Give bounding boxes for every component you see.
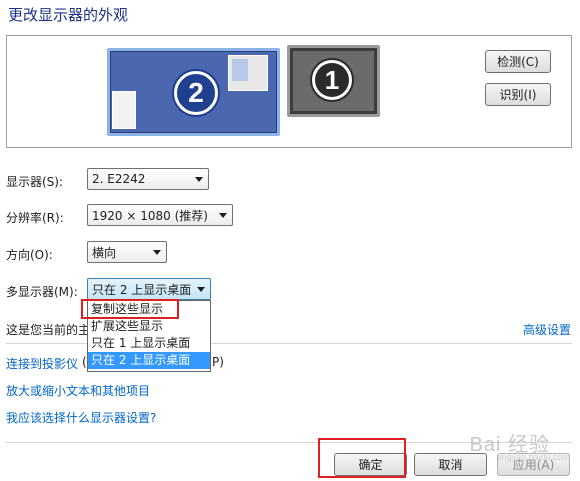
monitor-2-tile[interactable]: 2 [107, 48, 280, 136]
chevron-down-icon [197, 287, 205, 292]
text-size-link[interactable]: 放大或缩小文本和其他项目 [6, 382, 150, 399]
watermark-url: jingyan.baidu.com [497, 452, 570, 462]
identify-button[interactable]: 识别(I) [485, 83, 551, 106]
display-select-value: 2. E2242 [92, 172, 146, 186]
current-display-text: 这是您当前的主 [6, 323, 91, 337]
orientation-select[interactable]: 横向 [87, 241, 167, 263]
monitor-1-tile[interactable]: 1 [287, 45, 380, 117]
multi-display-label: 多显示器(M): [6, 285, 78, 299]
projector-shortcut-open: ( [82, 355, 87, 369]
page-title: 更改显示器的外观 [8, 6, 129, 24]
monitor-2-number-badge: 2 [174, 71, 218, 115]
window-thumbnail [228, 55, 268, 91]
monitor-1-number-badge: 1 [312, 60, 352, 100]
resolution-select[interactable]: 1920 × 1080 (推荐) [87, 204, 233, 226]
desktop-sidebar-thumbnail [112, 91, 136, 129]
resolution-select-value: 1920 × 1080 (推荐) [92, 208, 208, 223]
multi-display-select-value: 只在 2 上显示桌面 [92, 282, 192, 297]
option-extend[interactable]: 扩展这些显示 [88, 318, 210, 335]
monitor-preview-area[interactable]: 2 1 检测(C) 识别(I) [6, 35, 572, 148]
orientation-label: 方向(O): [6, 248, 53, 262]
chevron-down-icon [219, 213, 227, 218]
highlight-ok-button [318, 438, 406, 478]
chevron-down-icon [195, 177, 203, 182]
multi-display-select[interactable]: 只在 2 上显示桌面 [87, 278, 211, 300]
advanced-settings-link[interactable]: 高级设置 [523, 321, 571, 338]
projector-shortcut-tail: P) [212, 355, 224, 369]
option-only-1[interactable]: 只在 1 上显示桌面 [88, 335, 210, 352]
highlight-duplicate-option [81, 299, 179, 319]
option-only-2[interactable]: 只在 2 上显示桌面 [88, 352, 210, 369]
resolution-label: 分辨率(R): [6, 211, 64, 225]
chevron-down-icon [153, 250, 161, 255]
orientation-select-value: 横向 [92, 245, 117, 260]
connect-projector-link[interactable]: 连接到投影仪 [6, 355, 78, 372]
which-settings-link[interactable]: 我应该选择什么显示器设置? [6, 409, 156, 426]
display-select[interactable]: 2. E2242 [87, 168, 209, 190]
display-label: 显示器(S): [6, 175, 64, 189]
detect-button[interactable]: 检测(C) [485, 50, 551, 73]
